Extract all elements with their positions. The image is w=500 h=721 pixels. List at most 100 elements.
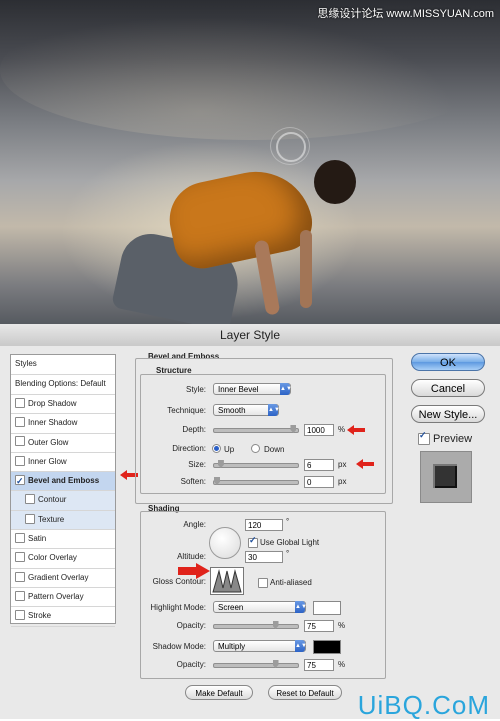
soften-slider[interactable] <box>213 477 299 485</box>
sidebar-item-pattern-overlay[interactable]: Pattern Overlay <box>11 588 115 608</box>
sidebar-item-texture[interactable]: Texture <box>11 510 115 531</box>
preview-label: Preview <box>433 433 473 445</box>
highlight-opacity-unit: % <box>338 621 346 630</box>
window-titlebar[interactable]: Layer Style <box>0 324 500 347</box>
gloss-contour-preview[interactable] <box>210 567 244 595</box>
sidebar-item-label: Color Overlay <box>28 553 77 563</box>
sidebar-checkbox[interactable] <box>15 455 25 466</box>
sidebar-checkbox[interactable] <box>25 513 35 524</box>
size-unit: px <box>338 460 347 469</box>
style-preview-box <box>420 451 472 503</box>
preview-square <box>433 464 457 488</box>
direction-down-radio[interactable] <box>251 444 260 453</box>
sidebar-checkbox[interactable] <box>15 417 25 428</box>
highlight-mode-value: Screen <box>218 603 244 612</box>
watermark-text: 思缘设计论坛 www.MISSYUAN.com <box>317 8 494 20</box>
sidebar-item-inner-glow[interactable]: Inner Glow <box>11 453 115 473</box>
soften-unit: px <box>338 477 347 486</box>
shadow-opacity-slider[interactable] <box>213 660 299 668</box>
technique-select-value: Smooth <box>218 406 246 415</box>
shadow-mode-select[interactable]: Multiply ▲▼ <box>213 640 307 652</box>
size-label: Size: <box>188 460 206 469</box>
shadow-mode-value: Multiply <box>218 642 246 651</box>
artwork-photo: 思缘设计论坛 www.MISSYUAN.com <box>0 0 500 324</box>
depth-input[interactable]: 1000 <box>304 424 334 436</box>
sidebar-item-stroke[interactable]: Stroke <box>11 607 115 627</box>
anti-aliased-checkbox[interactable] <box>258 578 268 588</box>
global-light-checkbox[interactable] <box>248 535 258 548</box>
window-title: Layer Style <box>219 328 281 342</box>
chevron-updown-icon: ▲▼ <box>295 640 307 652</box>
shadow-color-swatch[interactable] <box>313 640 341 654</box>
sidebar-item-label: Pattern Overlay <box>28 591 84 601</box>
altitude-input[interactable]: 30 <box>245 551 283 563</box>
highlight-color-swatch[interactable] <box>313 601 341 615</box>
global-light-label: Use Global Light <box>260 538 320 547</box>
angle-dial[interactable] <box>209 527 241 559</box>
size-input[interactable]: 6 <box>304 459 334 471</box>
sidebar-checkbox[interactable] <box>15 590 25 601</box>
highlight-mode-select[interactable]: Screen ▲▼ <box>213 601 307 613</box>
sidebar-item-contour[interactable]: Contour <box>11 491 115 511</box>
direction-label: Direction: <box>172 444 206 453</box>
figure-head <box>314 160 356 204</box>
highlight-opacity-slider[interactable] <box>213 621 299 629</box>
sidebar-checkbox[interactable] <box>15 472 25 490</box>
depth-slider[interactable] <box>213 425 299 433</box>
sidebar-item-styles[interactable]: Styles <box>11 355 115 375</box>
new-style-button[interactable]: New Style... <box>411 405 485 423</box>
angle-label: Angle: <box>183 520 206 529</box>
shadow-opacity-thumb[interactable] <box>272 660 279 668</box>
size-slider-thumb[interactable] <box>217 460 224 468</box>
altitude-label: Altitude: <box>177 552 206 561</box>
sidebar-item-label: Gradient Overlay <box>28 572 89 582</box>
highlight-opacity-input[interactable]: 75 <box>304 620 334 632</box>
chevron-updown-icon: ▲▼ <box>295 601 307 613</box>
direction-up-label: Up <box>224 445 235 454</box>
sidebar-checkbox[interactable] <box>15 532 25 543</box>
soften-input[interactable]: 0 <box>304 476 334 488</box>
depth-unit: % <box>338 425 346 434</box>
sidebar-checkbox[interactable] <box>15 552 25 563</box>
sidebar-checkbox[interactable] <box>15 397 25 408</box>
sidebar-checkbox[interactable] <box>15 571 25 582</box>
highlight-opacity-thumb[interactable] <box>272 621 279 629</box>
highlight-opacity-label: Opacity: <box>176 621 206 630</box>
angle-unit: ° <box>286 517 290 526</box>
reset-default-button[interactable]: Reset to Default <box>268 685 342 700</box>
sidebar-item-label: Blending Options: Default <box>15 379 106 388</box>
direction-down-label: Down <box>264 445 285 454</box>
figure-arm-right <box>300 230 312 308</box>
sidebar-checkbox[interactable] <box>15 436 25 447</box>
angle-input[interactable]: 120 <box>245 519 283 531</box>
direction-up-radio[interactable] <box>212 444 221 453</box>
ok-button[interactable]: OK <box>411 353 485 371</box>
preview-checkbox[interactable] <box>418 430 430 445</box>
sidebar-item-color-overlay[interactable]: Color Overlay <box>11 549 115 569</box>
depth-slider-thumb[interactable] <box>290 425 297 433</box>
sidebar-checkbox[interactable] <box>15 610 25 621</box>
sidebar-item-label: Contour <box>38 495 67 505</box>
shadow-opacity-input[interactable]: 75 <box>304 659 334 671</box>
sidebar-item-blending-options-default[interactable]: Blending Options: Default <box>11 375 115 395</box>
red-arrow-icon <box>347 425 365 435</box>
style-select[interactable]: Inner Bevel ▲▼ <box>213 383 292 395</box>
soften-slider-thumb[interactable] <box>214 477 220 485</box>
altitude-unit: ° <box>286 549 290 558</box>
size-slider[interactable] <box>213 460 299 468</box>
sidebar-item-drop-shadow[interactable]: Drop Shadow <box>11 395 115 415</box>
shadow-opacity-unit: % <box>338 660 346 669</box>
sidebar-item-label: Inner Shadow <box>28 418 78 428</box>
technique-select[interactable]: Smooth ▲▼ <box>213 404 280 416</box>
make-default-button[interactable]: Make Default <box>185 685 253 700</box>
sidebar-item-label: Bevel and Emboss <box>28 476 100 486</box>
shadow-opacity-label: Opacity: <box>176 660 206 669</box>
sidebar-item-inner-shadow[interactable]: Inner Shadow <box>11 414 115 434</box>
red-arrow-icon <box>356 459 374 469</box>
cancel-button[interactable]: Cancel <box>411 379 485 397</box>
sidebar-item-outer-glow[interactable]: Outer Glow <box>11 434 115 453</box>
sidebar-item-satin[interactable]: Satin <box>11 530 115 550</box>
sidebar-checkbox[interactable] <box>25 494 35 505</box>
sidebar-item-bevel-and-emboss[interactable]: Bevel and Emboss <box>11 472 115 492</box>
sidebar-item-gradient-overlay[interactable]: Gradient Overlay <box>11 569 115 588</box>
